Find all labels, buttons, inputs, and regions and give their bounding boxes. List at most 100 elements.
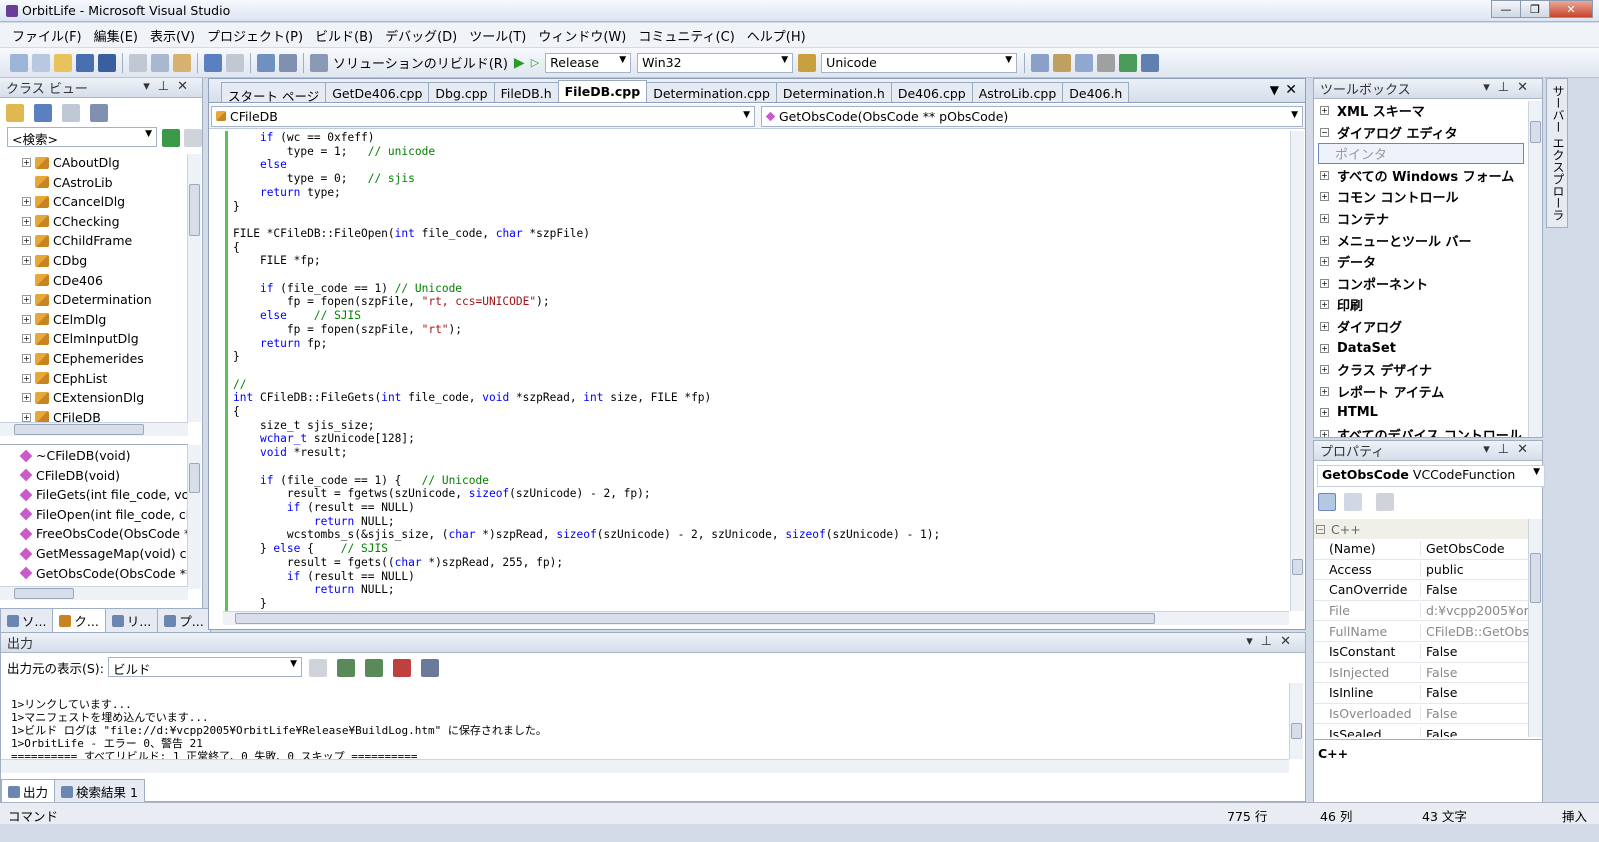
expand-icon[interactable]: + <box>1320 278 1329 288</box>
navigate-icon[interactable] <box>257 53 275 72</box>
tab-determination-cpp[interactable]: Determination.cpp <box>646 82 777 102</box>
rebuild-solution-icon[interactable] <box>310 53 328 72</box>
redo-icon[interactable] <box>226 53 244 72</box>
tab-de406-h[interactable]: De406.h <box>1062 82 1130 102</box>
categorized-icon[interactable] <box>1318 493 1336 511</box>
config-combo[interactable]: Release ▼ <box>545 52 632 73</box>
toolbox-item[interactable]: + メニューとツール バー <box>1320 230 1472 251</box>
properties-scrollbar[interactable] <box>1528 519 1542 737</box>
expand-icon[interactable]: + <box>22 334 31 344</box>
add-item-icon[interactable] <box>32 53 50 72</box>
class-tree-item[interactable]: + CChecking <box>22 212 120 231</box>
menu-build[interactable]: ビルド(B) <box>309 26 379 45</box>
toolbox-item[interactable]: + すべての Windows フォーム <box>1320 165 1514 186</box>
platform-combo[interactable]: Win32 ▼ <box>637 52 794 73</box>
tab-getde406-cpp[interactable]: GetDe406.cpp <box>325 82 430 102</box>
class-tree-item[interactable]: + CFileDB <box>22 408 101 423</box>
menu-file[interactable]: ファイル(F) <box>6 26 88 45</box>
tab-output[interactable]: 出力 <box>1 779 56 804</box>
collapse-icon[interactable]: − <box>1316 524 1325 534</box>
class-tree-item[interactable]: + CExtensionDlg <box>22 388 144 407</box>
view-settings-icon[interactable] <box>90 104 108 122</box>
panel-buttons[interactable]: ▾⊥✕ <box>1246 634 1299 649</box>
output-vscrollbar[interactable] <box>1289 683 1303 759</box>
toolbox-item[interactable]: + XML スキーマ <box>1320 100 1425 121</box>
menu-help[interactable]: ヘルプ(H) <box>741 26 812 45</box>
forward-icon[interactable] <box>62 104 80 122</box>
rebuild-solution-button[interactable]: ソリューションのリビルド(R) <box>333 53 508 72</box>
next-message-icon[interactable] <box>365 659 383 677</box>
toolbox-item[interactable]: + コモン コントロール <box>1320 186 1459 207</box>
class-tree-item[interactable]: CDe406 <box>22 271 103 290</box>
output-text[interactable]: 1>リンクしています... 1>マニフェストを埋め込んでいます... 1>ビルド ロ… <box>11 685 547 763</box>
start-without-debug-icon[interactable]: ▷ <box>531 56 539 69</box>
expand-icon[interactable]: + <box>22 373 31 383</box>
expand-icon[interactable]: + <box>1320 386 1329 396</box>
property-value[interactable]: False <box>1420 582 1528 598</box>
object-selector[interactable]: GetObsCode VCCodeFunction ▼ <box>1317 465 1545 487</box>
menu-community[interactable]: コミュニティ(C) <box>632 26 740 45</box>
menu-window[interactable]: ウィンドウ(W) <box>532 26 632 45</box>
toolbox-item[interactable]: + クラス デザイナ <box>1320 359 1432 380</box>
new-project-icon[interactable] <box>10 53 28 72</box>
output-hscrollbar[interactable] <box>1 759 1289 773</box>
member-item[interactable]: ~CFileDB(void) <box>19 446 131 465</box>
expand-icon[interactable]: + <box>22 256 31 265</box>
toolbox-item[interactable]: + 印刷 <box>1320 294 1363 315</box>
tab-start-page[interactable]: スタート ページ <box>221 82 327 104</box>
member-item[interactable]: GetObsCode(ObsCode ** <box>19 564 188 583</box>
menu-debug[interactable]: デバッグ(D) <box>379 26 463 45</box>
open-folder-icon[interactable] <box>54 53 72 72</box>
toolbox-icon[interactable] <box>1097 53 1116 72</box>
folder-icon[interactable] <box>6 104 24 122</box>
tab-property-manager[interactable]: プ... <box>157 608 211 633</box>
property-row[interactable]: IsInjected False <box>1314 663 1528 684</box>
class-tree-item[interactable]: + CDbg <box>22 251 87 270</box>
class-tree-item[interactable]: + CAboutDlg <box>22 153 120 172</box>
solution-explorer-icon[interactable] <box>1031 53 1050 72</box>
class-tree-item[interactable]: CAstroLib <box>22 173 113 192</box>
expand-icon[interactable]: + <box>22 216 31 226</box>
toolbox-item[interactable]: + コンテナ <box>1320 208 1389 229</box>
expand-icon[interactable]: + <box>1320 106 1329 115</box>
expand-icon[interactable]: + <box>1320 365 1329 375</box>
expand-icon[interactable]: + <box>1320 430 1329 437</box>
class-tree-hscrollbar[interactable] <box>0 422 188 436</box>
class-tree-item[interactable]: + CEphemerides <box>22 349 144 368</box>
member-item[interactable]: FileGets(int file_code, voi <box>19 485 188 504</box>
tab-filedb-cpp[interactable]: FileDB.cpp <box>557 80 648 102</box>
prev-message-icon[interactable] <box>337 659 355 677</box>
class-search-input[interactable]: <検索> ▼ <box>7 127 157 147</box>
expand-icon[interactable]: + <box>1320 408 1329 418</box>
toolbox-scrollbar[interactable] <box>1528 101 1542 437</box>
property-row[interactable]: IsConstant False <box>1314 642 1528 663</box>
editor-vscrollbar[interactable] <box>1290 131 1304 611</box>
expand-icon[interactable]: + <box>1320 257 1329 267</box>
property-value[interactable]: d:¥vcpp2005¥orbit <box>1420 603 1528 619</box>
toolbox-item[interactable]: + コンポーネント <box>1320 273 1428 294</box>
menu-view[interactable]: 表示(V) <box>144 26 201 45</box>
properties-icon[interactable] <box>1053 53 1072 72</box>
charset-combo[interactable]: Unicode ▼ <box>821 52 1018 73</box>
class-tree-item[interactable]: + CElmInputDlg <box>22 329 139 348</box>
tab-find-results[interactable]: 検索結果 1 <box>54 779 145 804</box>
maximize-button[interactable]: ❐ <box>1520 0 1550 18</box>
property-pages-icon[interactable] <box>1376 493 1394 511</box>
code-area[interactable]: if (wc == 0xfeff) type = 1; // unicode e… <box>223 131 1291 613</box>
editor-hscrollbar[interactable] <box>223 611 1289 625</box>
start-debug-icon[interactable]: ▶ <box>514 55 525 71</box>
expand-icon[interactable]: + <box>22 158 31 167</box>
find-icon[interactable] <box>279 53 297 72</box>
property-value[interactable]: False <box>1420 726 1528 737</box>
tab-filedb-h[interactable]: FileDB.h <box>493 82 559 102</box>
tab-solution-explorer[interactable]: ソ... <box>0 608 54 633</box>
clear-all-icon[interactable] <box>393 659 411 677</box>
panel-buttons[interactable]: ▾⊥✕ <box>1483 442 1536 457</box>
toolbox-item[interactable]: + データ <box>1320 251 1376 272</box>
member-item[interactable]: FileOpen(int file_code, ch <box>19 505 188 524</box>
tab-resource-view[interactable]: リ... <box>104 608 159 633</box>
property-row[interactable]: (Name) GetObsCode <box>1314 539 1528 560</box>
expand-icon[interactable]: + <box>22 236 31 246</box>
undo-icon[interactable] <box>204 53 222 72</box>
property-value[interactable]: public <box>1420 561 1528 577</box>
